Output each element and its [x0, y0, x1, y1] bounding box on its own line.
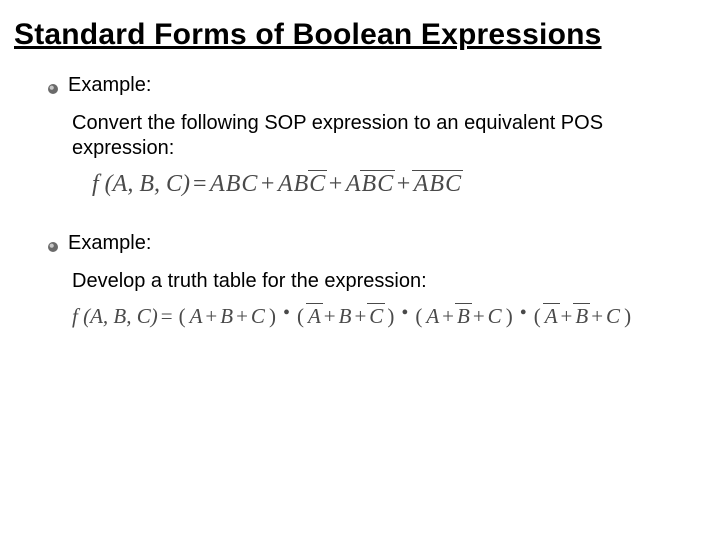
var-b-bar: B: [361, 171, 377, 198]
open-paren: (: [531, 304, 544, 329]
var-c: C: [250, 304, 266, 329]
page-title: Standard Forms of Boolean Expressions: [14, 18, 706, 52]
open-paren: (: [412, 304, 425, 329]
var-c: C: [241, 171, 258, 198]
var-c-bar: C: [309, 171, 326, 198]
sop-term: ABC: [345, 171, 393, 198]
var-a: A: [210, 171, 226, 198]
var-b: B: [293, 171, 309, 198]
sop-formula: f (A, B, C) = ABC + ABC + ABC + ABC: [92, 171, 706, 198]
var-a-bar: A: [544, 304, 559, 329]
var-b-bar: B: [574, 304, 589, 329]
plus-sign: +: [203, 304, 219, 329]
var-b: B: [225, 171, 241, 198]
close-paren: ): [384, 304, 397, 329]
plus-sign: +: [352, 304, 368, 329]
var-a-bar: A: [307, 304, 322, 329]
bullet-item: Example:: [48, 74, 706, 97]
sop-term: ABC: [277, 171, 325, 198]
formula-lhs: f (A, B, C): [92, 171, 190, 198]
pos-formula: f (A, B, C) = (A+B+C) • (A+B+C) • (A+B+C…: [72, 304, 706, 329]
var-b: B: [338, 304, 353, 329]
dot-operator: •: [397, 302, 412, 325]
plus-sign: +: [471, 304, 487, 329]
plus-sign: +: [326, 171, 346, 198]
var-c: C: [605, 304, 621, 329]
sop-term: ABC: [413, 171, 461, 198]
bullet-item: Example:: [48, 232, 706, 255]
example-body: Convert the following SOP expression to …: [72, 111, 666, 161]
var-a: A: [345, 171, 361, 198]
var-c: C: [487, 304, 503, 329]
plus-sign: +: [234, 304, 250, 329]
example-body: Develop a truth table for the expression…: [72, 269, 666, 294]
var-a: A: [425, 304, 440, 329]
dot-operator: •: [516, 302, 531, 325]
plus-sign: +: [589, 304, 605, 329]
example-label: Example:: [68, 74, 151, 97]
var-a-bar: A: [413, 171, 429, 198]
sop-term: ABC: [210, 171, 258, 198]
example-label: Example:: [68, 232, 151, 255]
close-paren: ): [266, 304, 279, 329]
var-c-bar: C: [377, 171, 394, 198]
plus-sign: +: [322, 304, 338, 329]
close-paren: ): [621, 304, 634, 329]
dot-operator: •: [279, 302, 294, 325]
plus-sign: +: [559, 304, 575, 329]
var-c-bar: C: [368, 304, 384, 329]
open-paren: (: [294, 304, 307, 329]
var-a: A: [189, 304, 204, 329]
plus-sign: +: [258, 171, 278, 198]
plus-sign: +: [440, 304, 456, 329]
close-paren: ): [503, 304, 516, 329]
var-b: B: [219, 304, 234, 329]
bullet-icon: [48, 239, 58, 249]
plus-sign: +: [394, 171, 414, 198]
var-b-bar: B: [456, 304, 471, 329]
bullet-icon: [48, 81, 58, 91]
open-paren: (: [176, 304, 189, 329]
formula-lhs: f (A, B, C): [72, 304, 158, 329]
var-a: A: [277, 171, 293, 198]
var-b-bar: B: [429, 171, 445, 198]
equals-sign: =: [158, 304, 176, 329]
var-c-bar: C: [445, 171, 462, 198]
equals-sign: =: [190, 171, 210, 198]
